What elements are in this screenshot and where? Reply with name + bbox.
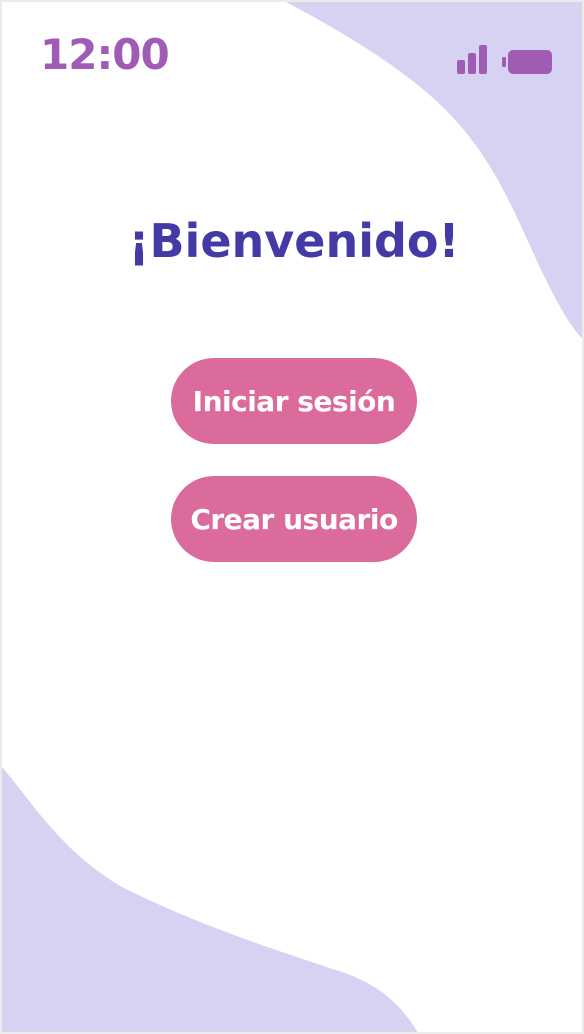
battery-icon — [502, 50, 552, 74]
bottom-left-blob — [2, 767, 418, 1032]
signal-bars-icon — [457, 45, 487, 74]
login-button[interactable]: Iniciar sesión — [171, 358, 417, 444]
status-time: 12:00 — [40, 30, 170, 79]
status-bar: 12:00 — [2, 2, 582, 122]
welcome-title: ¡Bienvenido! — [128, 214, 460, 268]
create-user-button[interactable]: Crear usuario — [171, 476, 417, 562]
welcome-screen: 12:00 ¡Bienvenido! Iniciar sesión Crear … — [0, 0, 584, 1034]
